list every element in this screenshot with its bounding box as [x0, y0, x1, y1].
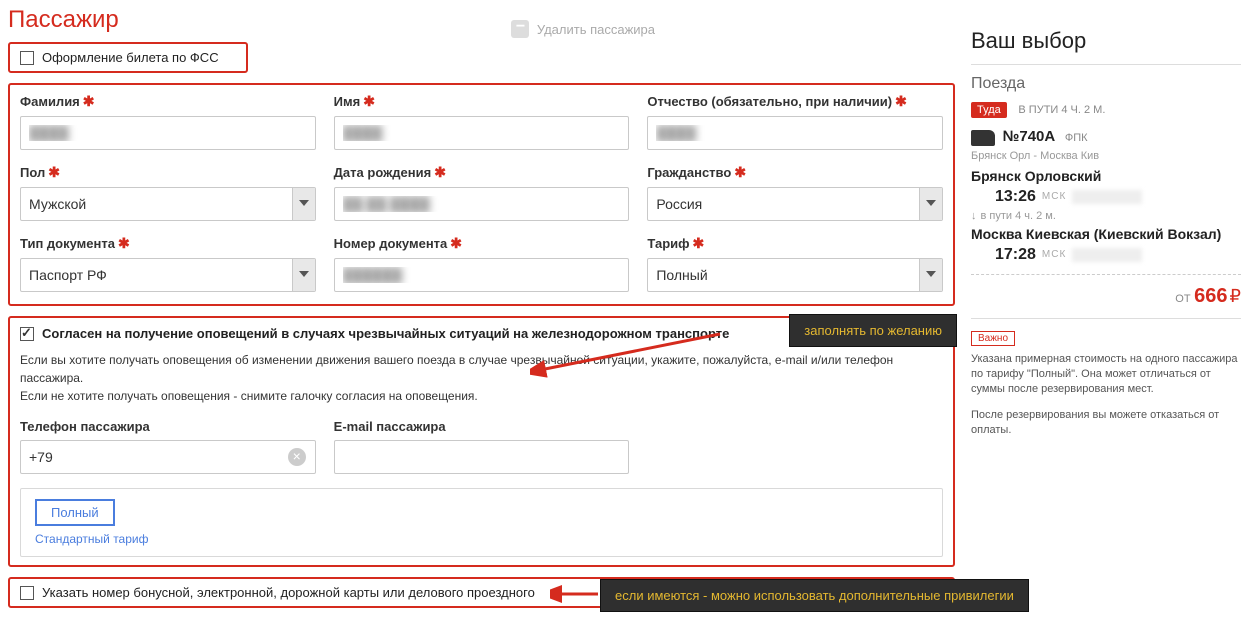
lastname-label: Фамилия✱: [20, 93, 316, 110]
standard-tariff-link[interactable]: Стандартный тариф: [35, 532, 928, 546]
dob-label: Дата рождения✱: [334, 164, 630, 181]
email-label: E-mail пассажира: [334, 419, 630, 434]
station-to: Москва Киевская (Киевский Вокзал): [971, 226, 1241, 242]
msk-label: МСК: [1042, 249, 1066, 260]
annotation-privileges: если имеются - можно использовать дополн…: [600, 579, 1029, 612]
train-icon: [971, 130, 995, 146]
sidebar-title: Ваш выбор: [971, 28, 1241, 54]
dob-input[interactable]: [334, 187, 630, 221]
delete-passenger-button[interactable]: Удалить пассажира: [511, 20, 655, 38]
sidebar: Ваш выбор Поезда Туда В ПУТИ 4 Ч. 2 М. №…: [971, 6, 1241, 618]
notify-consent-label: Согласен на получение оповещений в случа…: [42, 326, 729, 341]
docnum-input[interactable]: [334, 258, 630, 292]
fss-label: Оформление билета по ФСС: [42, 50, 219, 65]
msk-label: МСК: [1042, 191, 1066, 202]
fss-checkbox[interactable]: Оформление билета по ФСС: [20, 50, 236, 65]
docnum-label: Номер документа✱: [334, 235, 630, 252]
doctype-label: Тип документа✱: [20, 235, 316, 252]
chevron-down-icon: [299, 271, 309, 277]
notify-info: Если вы хотите получать оповещения об из…: [20, 351, 943, 405]
checkbox-icon: [20, 586, 34, 600]
phone-label: Телефон пассажира: [20, 419, 316, 434]
gender-label: Пол✱: [20, 164, 316, 181]
departure-time: 13:26: [995, 188, 1036, 206]
email-input[interactable]: [334, 440, 630, 474]
checkbox-checked-icon: [20, 327, 34, 341]
tariff-selected-badge[interactable]: Полный: [35, 499, 115, 526]
doctype-select[interactable]: Паспорт РФ: [20, 258, 316, 292]
travel-time: В ПУТИ 4 Ч. 2 М.: [1018, 104, 1105, 116]
station-from: Брянск Орловский: [971, 168, 1241, 184]
price-value: 666: [1194, 285, 1227, 307]
citizenship-label: Гражданство✱: [647, 164, 943, 181]
price-note-2: После резервирования вы можете отказатьс…: [971, 408, 1241, 439]
tariff-summary: Полный Стандартный тариф: [20, 488, 943, 557]
carrier: ФПК: [1065, 132, 1088, 144]
gender-select[interactable]: Мужской: [20, 187, 316, 221]
arrival-date: [1072, 248, 1142, 262]
chevron-down-icon: [926, 271, 936, 277]
important-badge: Важно: [971, 331, 1015, 346]
price-row: ОТ 666₽: [971, 285, 1241, 308]
price-note-1: Указана примерная стоимость на одного па…: [971, 352, 1241, 398]
lastname-input[interactable]: [20, 116, 316, 150]
page-title: Пассажир: [8, 6, 955, 34]
minus-icon: [511, 20, 529, 38]
chevron-down-icon: [926, 200, 936, 206]
train-number: №740А: [1003, 128, 1056, 145]
chevron-down-icon: [299, 200, 309, 206]
delete-label: Удалить пассажира: [537, 22, 655, 37]
route-short: Брянск Орл - Москва Кив: [971, 150, 1241, 162]
direction-badge: Туда: [971, 102, 1007, 118]
patronymic-input[interactable]: [647, 116, 943, 150]
annotation-optional: заполнять по желанию: [789, 314, 957, 347]
firstname-label: Имя✱: [334, 93, 630, 110]
enroute: в пути 4 ч. 2 м.: [971, 210, 1241, 222]
checkbox-icon: [20, 51, 34, 65]
phone-input[interactable]: [20, 440, 316, 474]
bonus-card-label: Указать номер бонусной, электронной, дор…: [42, 585, 535, 600]
tariff-select[interactable]: Полный: [647, 258, 943, 292]
citizenship-select[interactable]: Россия: [647, 187, 943, 221]
firstname-input[interactable]: [334, 116, 630, 150]
arrival-time: 17:28: [995, 246, 1036, 264]
tariff-label: Тариф✱: [647, 235, 943, 252]
patronymic-label: Отчество (обязательно, при наличии)✱: [647, 93, 943, 110]
sidebar-trains-heading: Поезда: [971, 75, 1241, 93]
departure-date: [1072, 190, 1142, 204]
clear-icon[interactable]: ×: [288, 448, 306, 466]
